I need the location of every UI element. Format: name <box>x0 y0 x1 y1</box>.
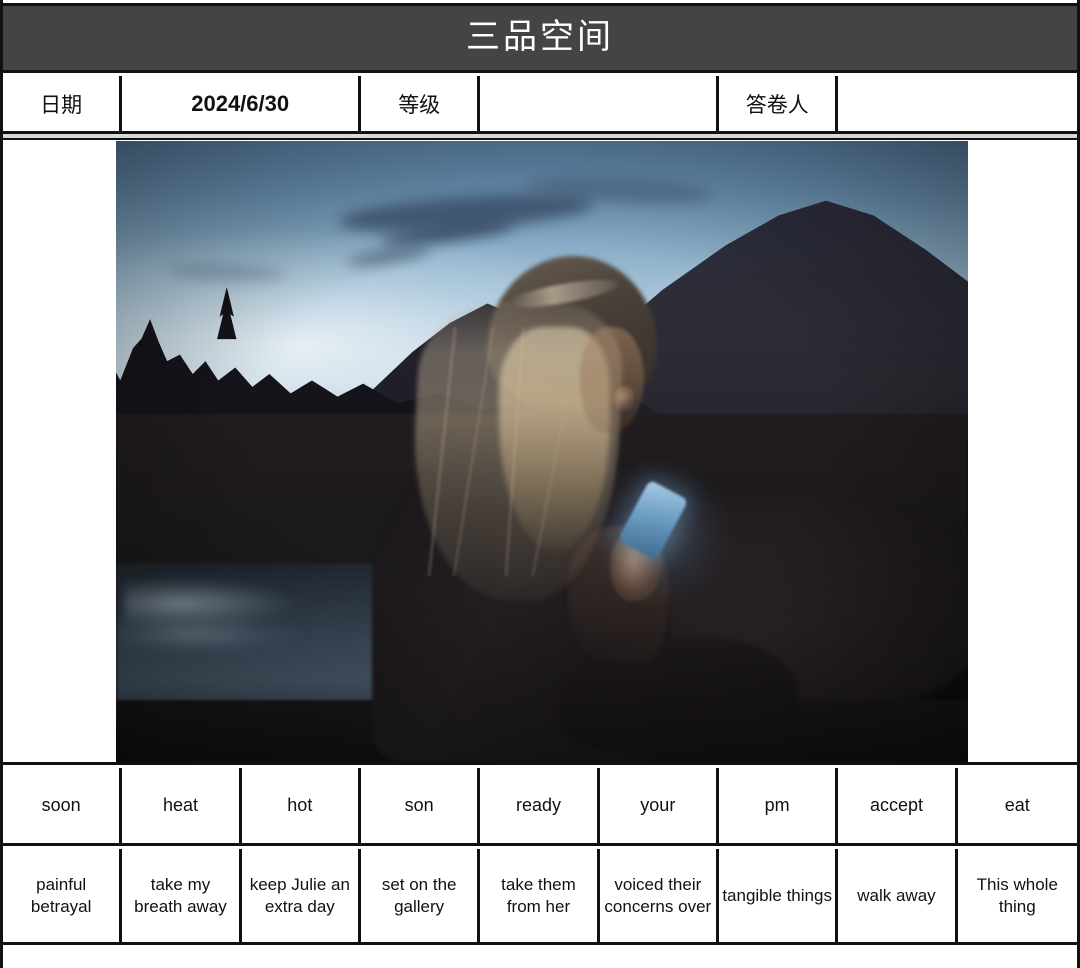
word-cell[interactable]: accept <box>838 768 958 843</box>
word-cell[interactable]: heat <box>122 768 242 843</box>
word-cell[interactable]: son <box>360 768 481 843</box>
phrase-cell[interactable]: take my breath away <box>122 849 242 942</box>
phrase-row: painful betrayal take my breath away kee… <box>3 849 1077 945</box>
level-label-cell: 等级 <box>361 76 481 131</box>
word-cell[interactable]: eat <box>957 768 1077 843</box>
phrase-cell[interactable]: This whole thing <box>957 849 1077 942</box>
word-cell[interactable]: ready <box>480 768 600 843</box>
word-cell[interactable]: pm <box>718 768 839 843</box>
word-cell[interactable]: your <box>599 768 719 843</box>
respondent-value-cell[interactable] <box>838 76 1078 131</box>
phrase-cell[interactable]: set on the gallery <box>360 849 481 942</box>
title-bar: 三品空间 <box>3 3 1077 73</box>
phrase-cell[interactable]: painful betrayal <box>3 849 123 942</box>
worksheet-page: 三品空间 日期 2024/6/30 等级 答卷人 soon heat hot s… <box>0 0 1080 968</box>
page-title: 三品空间 <box>466 19 614 56</box>
respondent-label-cell: 答卷人 <box>719 76 839 131</box>
word-cell[interactable]: hot <box>241 768 361 843</box>
scene-photo <box>116 141 968 762</box>
phrase-cell[interactable]: voiced their concerns over <box>599 849 719 942</box>
phrase-cell[interactable]: take them from her <box>480 849 600 942</box>
photo-region <box>3 140 1077 765</box>
phrase-cell[interactable]: keep Julie an extra day <box>241 849 361 942</box>
word-row: soon heat hot son ready your pm accept e… <box>3 768 1077 846</box>
date-label-cell: 日期 <box>3 76 123 131</box>
word-cell[interactable]: soon <box>3 768 123 843</box>
phrase-cell[interactable]: walk away <box>838 849 958 942</box>
info-row: 日期 2024/6/30 等级 答卷人 <box>3 76 1078 134</box>
phrase-cell[interactable]: tangible things <box>718 849 839 942</box>
level-value-cell[interactable] <box>480 76 720 131</box>
film-grain-overlay <box>116 141 968 762</box>
date-value-cell[interactable]: 2024/6/30 <box>122 76 362 131</box>
